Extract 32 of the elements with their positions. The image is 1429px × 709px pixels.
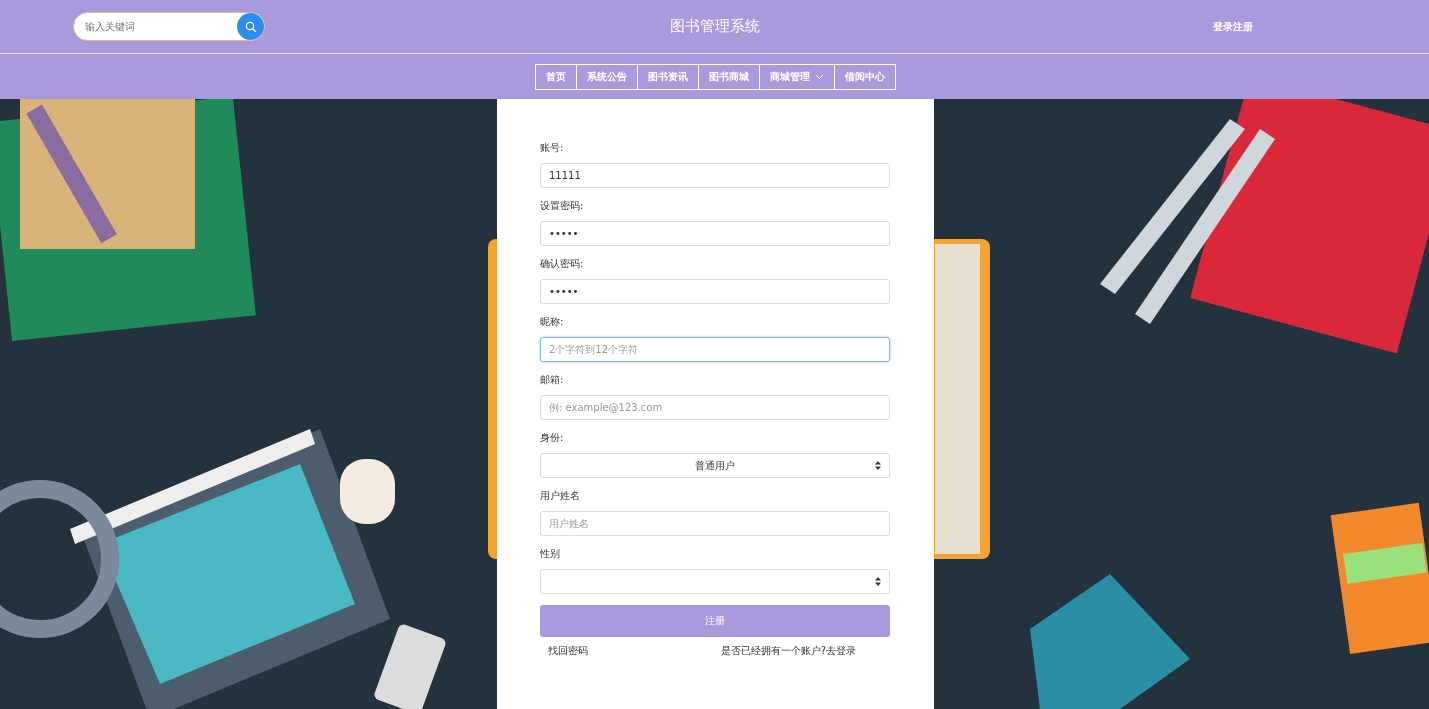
login-register-link[interactable]: 登录注册 — [1213, 19, 1253, 34]
input-field[interactable]: ••••• — [540, 221, 890, 246]
nav-item[interactable]: 借阅中心 — [833, 63, 896, 90]
site-title: 图书管理系统 — [668, 17, 761, 36]
caret-icon — [814, 73, 824, 80]
search-field[interactable]: 输入关键词 — [73, 12, 265, 41]
select-field[interactable]: 普通用户 — [540, 453, 890, 478]
input-field[interactable]: ••••• — [540, 279, 890, 304]
form-link[interactable]: 找回密码 — [548, 644, 588, 658]
field-label: 用户姓名 — [540, 489, 581, 503]
field-label: 邮箱: — [540, 373, 565, 387]
sort-arrows-icon — [875, 461, 881, 470]
field-label: 身份: — [540, 431, 565, 445]
input-field[interactable]: 11111 — [540, 163, 890, 188]
field-label: 账号: — [540, 141, 565, 155]
nav-item[interactable]: 图书资讯 — [636, 63, 699, 90]
register-button[interactable]: 注册 — [540, 605, 890, 637]
nav-item[interactable]: 系统公告 — [575, 63, 638, 90]
search-icon — [244, 20, 257, 33]
input-field[interactable]: 用户姓名 — [540, 511, 890, 536]
sort-arrows-icon — [875, 577, 881, 586]
select-field[interactable] — [540, 569, 890, 594]
form-link[interactable]: 是否已经拥有一个账户?去登录 — [720, 644, 856, 658]
field-label: 性别 — [540, 547, 561, 561]
input-field[interactable]: 2个字符到12个字符 — [540, 337, 890, 362]
input-field[interactable]: 例: example@123.com — [540, 395, 890, 420]
field-label: 设置密码: — [540, 199, 585, 213]
field-label: 昵称: — [540, 315, 565, 329]
field-label: 确认密码: — [540, 257, 585, 271]
nav-item[interactable]: 商城管理 — [758, 63, 835, 90]
nav-item[interactable]: 首页 — [534, 63, 577, 90]
nav-item[interactable]: 图书商城 — [697, 63, 760, 90]
